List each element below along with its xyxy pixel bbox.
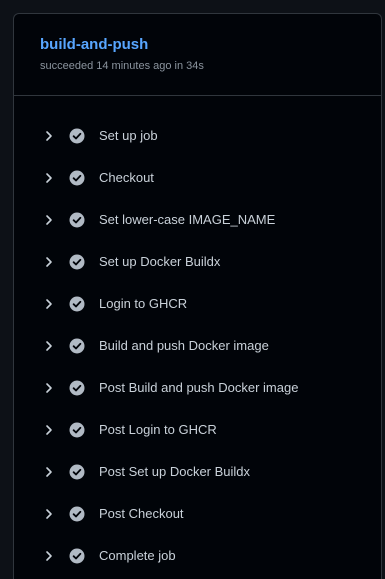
step-row[interactable]: Post Login to GHCR: [14, 409, 381, 451]
chevron-right-icon[interactable]: [44, 172, 54, 184]
chevron-right-icon[interactable]: [44, 214, 54, 226]
job-panel: build-and-push succeeded 14 minutes ago …: [13, 13, 382, 579]
job-header: build-and-push succeeded 14 minutes ago …: [14, 14, 381, 96]
chevron-right-icon[interactable]: [44, 382, 54, 394]
step-row[interactable]: Post Build and push Docker image: [14, 367, 381, 409]
step-label: Post Login to GHCR: [99, 422, 217, 437]
chevron-right-icon[interactable]: [44, 298, 54, 310]
check-circle-icon: [69, 128, 85, 144]
check-circle-icon: [69, 380, 85, 396]
chevron-right-icon[interactable]: [44, 508, 54, 520]
step-row[interactable]: Build and push Docker image: [14, 325, 381, 367]
chevron-right-icon[interactable]: [44, 466, 54, 478]
check-circle-icon: [69, 338, 85, 354]
step-row[interactable]: Post Set up Docker Buildx: [14, 451, 381, 493]
step-row[interactable]: Set up job: [14, 115, 381, 157]
step-label: Set up Docker Buildx: [99, 254, 221, 269]
job-status: succeeded 14 minutes ago in 34s: [40, 60, 204, 72]
check-circle-icon: [69, 254, 85, 270]
step-list: Set up job Checkout Set lower-case IMAGE_N…: [14, 96, 381, 577]
job-title[interactable]: build-and-push: [40, 36, 381, 54]
step-row[interactable]: Set lower-case IMAGE_NAME: [14, 199, 381, 241]
step-label: Post Build and push Docker image: [99, 380, 299, 395]
step-row[interactable]: Checkout: [14, 157, 381, 199]
step-row[interactable]: Set up Docker Buildx: [14, 241, 381, 283]
step-label: Post Set up Docker Buildx: [99, 464, 251, 479]
check-circle-icon: [69, 464, 85, 480]
check-circle-icon: [69, 422, 85, 438]
step-label: Checkout: [99, 170, 154, 185]
chevron-right-icon[interactable]: [44, 550, 54, 562]
step-label: Set lower-case IMAGE_NAME: [99, 212, 276, 227]
check-circle-icon: [69, 170, 85, 186]
check-circle-icon: [69, 296, 85, 312]
step-row[interactable]: Complete job: [14, 535, 381, 577]
check-circle-icon: [69, 212, 85, 228]
chevron-right-icon[interactable]: [44, 340, 54, 352]
chevron-right-icon[interactable]: [44, 130, 54, 142]
check-circle-icon: [69, 506, 85, 522]
chevron-right-icon[interactable]: [44, 256, 54, 268]
chevron-right-icon[interactable]: [44, 424, 54, 436]
step-label: Set up job: [99, 128, 158, 143]
step-row[interactable]: Login to GHCR: [14, 283, 381, 325]
check-circle-icon: [69, 548, 85, 564]
step-label: Post Checkout: [99, 506, 184, 521]
step-label: Complete job: [99, 548, 176, 563]
step-row[interactable]: Post Checkout: [14, 493, 381, 535]
step-label: Build and push Docker image: [99, 338, 269, 353]
step-label: Login to GHCR: [99, 296, 188, 311]
